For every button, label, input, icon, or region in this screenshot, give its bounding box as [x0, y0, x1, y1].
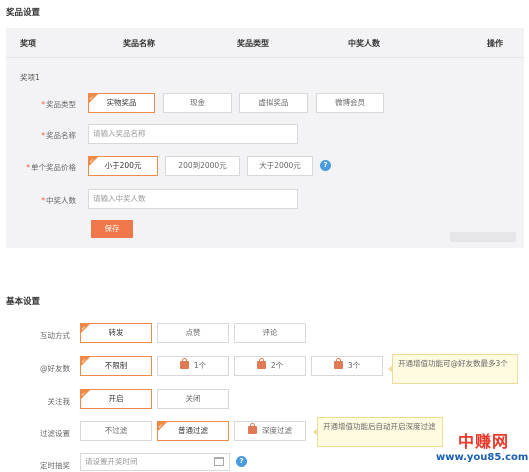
prize-settings-title: 奖品设置	[6, 8, 41, 18]
follow-me-label: 关注我	[47, 397, 71, 406]
unit-price-help-icon[interactable]: ?	[320, 160, 331, 171]
prize-type-weibo-member[interactable]: 微博会员	[316, 93, 384, 113]
filter-normal[interactable]: 普通过滤	[157, 421, 229, 441]
prize-type-label: *奖品类型	[41, 100, 76, 109]
save-button[interactable]: 保存	[91, 220, 133, 238]
unit-price-under-200[interactable]: 小于200元	[88, 156, 158, 176]
lock-icon	[248, 423, 257, 434]
filter-deep[interactable]: 深度过滤	[234, 421, 306, 441]
tip-arrow	[313, 428, 318, 436]
watermark-en: www.you85.com	[436, 452, 529, 463]
prize-name-label: *奖品名称	[41, 131, 76, 140]
lock-icon	[179, 358, 189, 369]
header-winner-count: 中奖人数	[348, 39, 380, 48]
header-actions: 操作	[487, 39, 503, 48]
follow-on[interactable]: 开启	[80, 389, 152, 409]
filter-none[interactable]: 不过滤	[80, 421, 152, 441]
interaction-repost[interactable]: 转发	[80, 323, 152, 343]
mention-tip: 开通增值功能可@好友数最多3个	[388, 354, 518, 384]
mention-three[interactable]: 3个	[311, 356, 383, 376]
unit-price-label: *单个奖品价格	[26, 163, 76, 172]
header-prize-name: 奖品名称	[123, 39, 155, 48]
tip-arrow	[388, 365, 393, 373]
unit-price-200-2000[interactable]: 200到2000元	[165, 156, 240, 176]
scheduled-draw-input[interactable]: 请设置开奖时间	[80, 453, 230, 471]
interaction-label: 互动方式	[40, 331, 70, 340]
calendar-icon[interactable]	[214, 457, 224, 466]
prize-group-label: 奖项1	[20, 73, 40, 82]
prize-type-virtual[interactable]: 虚拟奖品	[239, 93, 308, 113]
interaction-comment[interactable]: 评论	[234, 323, 306, 343]
interaction-like[interactable]: 点赞	[157, 323, 229, 343]
mention-friends-label: @好友数	[40, 364, 70, 373]
mention-one[interactable]: 1个	[157, 356, 229, 376]
prize-type-cash[interactable]: 现金	[163, 93, 232, 113]
header-divider	[6, 57, 524, 58]
blurred-region	[450, 232, 516, 242]
prize-type-physical[interactable]: 实物奖品	[88, 93, 155, 113]
unit-price-over-2000[interactable]: 大于2000元	[247, 156, 313, 176]
lock-icon	[256, 358, 266, 369]
watermark-cn: 中赚网	[458, 432, 510, 451]
basic-settings-title: 基本设置	[6, 297, 41, 307]
follow-off[interactable]: 关闭	[157, 389, 229, 409]
winner-count-input[interactable]: 请输入中奖人数	[88, 189, 298, 209]
scheduled-draw-help-icon[interactable]: ?	[236, 456, 247, 467]
header-award: 奖项	[20, 39, 36, 48]
scheduled-draw-label: 定时抽奖	[40, 461, 70, 470]
filter-label: 过滤设置	[40, 429, 70, 438]
winner-count-label: *中奖人数	[41, 196, 76, 205]
header-prize-type: 奖品类型	[237, 39, 269, 48]
prize-name-input[interactable]: 请输入奖品名称	[88, 124, 298, 144]
filter-tip: 开通增值功能后自动开启深度过滤	[313, 417, 443, 447]
lock-icon	[333, 358, 343, 369]
mention-unlimited[interactable]: 不限制	[80, 356, 152, 376]
mention-two[interactable]: 2个	[234, 356, 306, 376]
